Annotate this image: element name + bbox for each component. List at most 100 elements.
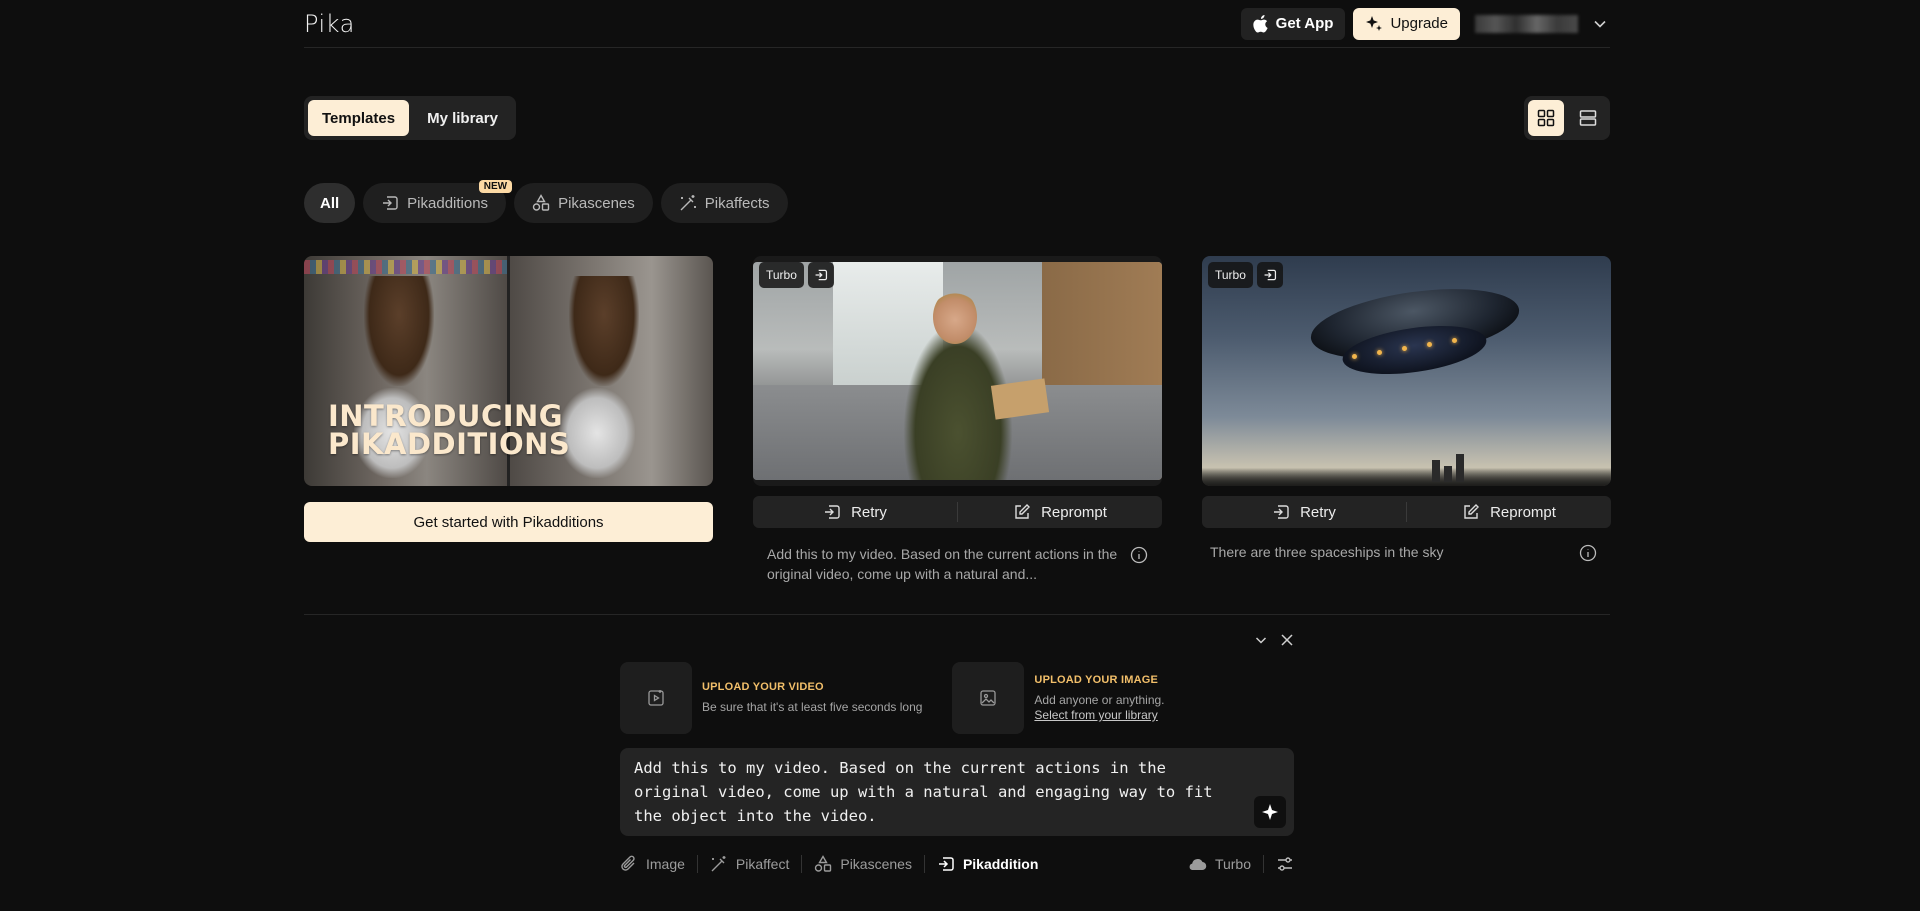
- pikaffect-option[interactable]: Pikaffect: [698, 855, 801, 873]
- spaceship-light: [1377, 350, 1382, 355]
- person-head: [933, 290, 977, 344]
- shapes-icon: [532, 194, 550, 212]
- prompt-text: Add this to my video. Based on the curre…: [753, 544, 1162, 584]
- turbo-badge: Turbo: [759, 262, 804, 288]
- reprompt-label: Reprompt: [1041, 503, 1107, 521]
- video-preview-image: [753, 262, 1162, 480]
- intro-thumbnail[interactable]: INTRODUCING PIKADDITIONS: [304, 256, 713, 486]
- video-card: Turbo Retry: [1202, 256, 1611, 562]
- video-card: Turbo Retry: [753, 256, 1162, 584]
- upload-video-title: UPLOAD YOUR VIDEO: [702, 681, 824, 693]
- pikascenes-option-label: Pikascenes: [840, 856, 912, 872]
- edit-icon: [1462, 503, 1480, 521]
- upload-video-desc: Be sure that it's at least five seconds …: [702, 700, 923, 714]
- pikaddition-icon: [937, 855, 955, 873]
- sliders-icon: [1276, 855, 1294, 873]
- retry-label: Retry: [851, 503, 887, 521]
- card-actions: Retry Reprompt: [753, 496, 1162, 528]
- get-app-button[interactable]: Get App: [1240, 7, 1346, 40]
- filter-pikascenes-label: Pikascenes: [558, 194, 635, 212]
- upload-image-button[interactable]: [952, 662, 1025, 734]
- select-from-library-link[interactable]: Select from your library: [1034, 708, 1164, 722]
- top-header: Pika Get App Upgrade: [304, 0, 1610, 48]
- composer-toolbar: Image Pikaffect Pikascenes Pikaddition T…: [620, 850, 1294, 878]
- shelf-decoration: [304, 260, 507, 274]
- filter-pikadditions[interactable]: Pikadditions NEW: [363, 180, 513, 223]
- info-icon[interactable]: [1130, 546, 1148, 584]
- prompt-text-value: Add this to my video. Based on the curre…: [767, 546, 1118, 582]
- retry-button[interactable]: Retry: [1202, 496, 1406, 528]
- pikaffect-option-label: Pikaffect: [735, 856, 790, 872]
- intro-title: INTRODUCING PIKADDITIONS: [328, 399, 571, 461]
- model-selector-label: Turbo: [1214, 856, 1251, 872]
- get-started-button[interactable]: Get started with Pikadditions: [304, 502, 713, 542]
- spaceship-light: [1452, 338, 1457, 343]
- intro-card: INTRODUCING PIKADDITIONS Get started wit…: [304, 256, 713, 542]
- upload-video[interactable]: UPLOAD YOUR VIDEO Be sure that it's at l…: [620, 662, 922, 734]
- retry-button[interactable]: Retry: [753, 496, 957, 528]
- paperclip-icon: [620, 855, 638, 873]
- prompt-composer: UPLOAD YOUR VIDEO Be sure that it's at l…: [620, 626, 1294, 878]
- image-option[interactable]: Image: [620, 855, 697, 873]
- filter-pikadditions-label: Pikadditions: [407, 194, 489, 212]
- magic-wand-icon: [710, 855, 728, 873]
- pikascenes-option[interactable]: Pikascenes: [802, 855, 924, 873]
- pikaddition-icon: [807, 262, 834, 288]
- collapse-chevron-icon[interactable]: [1254, 633, 1268, 647]
- retry-icon: [1272, 503, 1290, 521]
- pikaddition-option-label: Pikaddition: [962, 856, 1039, 872]
- building: [1456, 454, 1464, 482]
- info-icon[interactable]: [1579, 544, 1597, 562]
- monkey-figure: [569, 276, 639, 386]
- reprompt-button[interactable]: Reprompt: [958, 496, 1162, 528]
- view-toggle: [1524, 96, 1610, 140]
- pikaddition-icon: [381, 194, 399, 212]
- pikaddition-option[interactable]: Pikaddition: [925, 855, 1050, 873]
- filter-chips: All Pikadditions NEW Pikascenes Pikaffec…: [304, 180, 788, 223]
- turbo-badge: Turbo: [1208, 262, 1253, 288]
- building: [1444, 466, 1452, 482]
- tab-my-library[interactable]: My library: [413, 100, 512, 136]
- apple-icon: [1253, 14, 1269, 33]
- generate-button[interactable]: [1254, 796, 1286, 828]
- pika-logo[interactable]: Pika: [304, 10, 355, 38]
- filter-all[interactable]: All: [304, 183, 356, 223]
- prompt-text-value: There are three spaceships in the sky: [1210, 544, 1444, 560]
- list-view-button[interactable]: [1570, 100, 1606, 136]
- grid-view-button[interactable]: [1528, 100, 1564, 136]
- magic-wand-icon: [679, 194, 697, 212]
- reprompt-button[interactable]: Reprompt: [1407, 496, 1611, 528]
- video-upload-icon: [647, 689, 665, 707]
- video-thumbnail[interactable]: Turbo: [1202, 256, 1611, 486]
- spaceship-light: [1352, 354, 1357, 359]
- skyline: [1202, 468, 1611, 486]
- retry-icon: [823, 503, 841, 521]
- filter-pikascenes[interactable]: Pikascenes: [514, 183, 653, 223]
- settings-button[interactable]: [1264, 855, 1294, 873]
- prompt-text: There are three spaceships in the sky: [1202, 542, 1611, 562]
- close-icon[interactable]: [1280, 633, 1294, 647]
- monkey-figure: [364, 276, 434, 386]
- retry-label: Retry: [1300, 503, 1336, 521]
- library-tabs: Templates My library: [304, 96, 516, 140]
- prompt-textarea[interactable]: Add this to my video. Based on the curre…: [620, 748, 1294, 836]
- shapes-icon: [814, 855, 832, 873]
- sparkle-icon: [1365, 15, 1383, 33]
- intro-title-line1: INTRODUCING: [328, 399, 564, 433]
- upload-video-button[interactable]: [620, 662, 692, 734]
- account-name-blurred[interactable]: [1475, 14, 1578, 33]
- spaceship-light: [1402, 346, 1407, 351]
- video-thumbnail[interactable]: Turbo: [753, 256, 1162, 486]
- tab-templates[interactable]: Templates: [308, 100, 410, 136]
- model-selector[interactable]: Turbo: [1175, 856, 1263, 872]
- upload-image[interactable]: UPLOAD YOUR IMAGE Add anyone or anything…: [952, 662, 1165, 734]
- intro-title-line2: PIKADDITIONS: [328, 427, 571, 461]
- building: [1432, 460, 1440, 482]
- chevron-down-icon[interactable]: [1590, 14, 1610, 34]
- sparkle-icon: [1262, 804, 1278, 820]
- upgrade-button[interactable]: Upgrade: [1353, 7, 1460, 40]
- grid-view-icon: [1537, 109, 1555, 127]
- upload-image-desc: Add anyone or anything.: [1034, 693, 1165, 707]
- image-option-label: Image: [646, 856, 685, 872]
- filter-pikaffects[interactable]: Pikaffects: [660, 183, 788, 223]
